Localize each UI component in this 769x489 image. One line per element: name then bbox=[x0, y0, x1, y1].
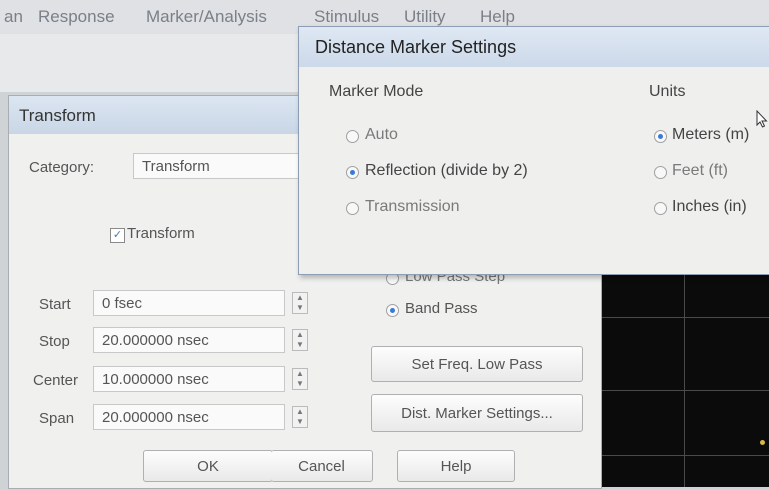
mouse-pointer-icon bbox=[756, 110, 768, 128]
transform-checkbox-label: Transform bbox=[127, 225, 195, 242]
stop-spinner[interactable]: ▲ ▼ bbox=[292, 329, 308, 351]
feet-radio[interactable] bbox=[654, 166, 667, 179]
distance-marker-settings-dialog: Distance Marker Settings Marker Mode Uni… bbox=[298, 26, 769, 275]
band-pass-radio[interactable] bbox=[386, 304, 399, 317]
reflection-label: Reflection (divide by 2) bbox=[365, 162, 528, 179]
menu-item-scan[interactable]: an bbox=[4, 7, 23, 27]
menu-item-utility[interactable]: Utility bbox=[404, 7, 446, 27]
set-freq-low-pass-button[interactable]: Set Freq. Low Pass bbox=[371, 346, 583, 382]
start-spinner[interactable]: ▲ ▼ bbox=[292, 292, 308, 314]
category-label: Category: bbox=[29, 159, 95, 176]
dialog-title: Transform bbox=[19, 106, 96, 125]
trace-marker-dot bbox=[760, 440, 765, 445]
help-button[interactable]: Help bbox=[397, 450, 515, 482]
measurement-display bbox=[600, 265, 769, 487]
cancel-button[interactable]: Cancel bbox=[271, 450, 373, 482]
inches-radio[interactable] bbox=[654, 202, 667, 215]
stop-input[interactable]: 20.000000 nsec bbox=[93, 327, 285, 353]
meters-radio[interactable] bbox=[654, 130, 667, 143]
transform-checkbox[interactable]: ✓ bbox=[110, 228, 125, 243]
ok-button[interactable]: OK bbox=[143, 450, 273, 482]
span-label: Span bbox=[39, 410, 75, 427]
marker-mode-label: Marker Mode bbox=[329, 83, 424, 100]
center-spinner[interactable]: ▲ ▼ bbox=[292, 368, 308, 390]
meters-label: Meters (m) bbox=[672, 126, 750, 143]
inches-label: Inches (in) bbox=[672, 198, 747, 215]
auto-radio[interactable] bbox=[346, 130, 359, 143]
transmission-radio[interactable] bbox=[346, 202, 359, 215]
menu-item-stimulus[interactable]: Stimulus bbox=[314, 7, 379, 27]
units-label: Units bbox=[649, 83, 686, 100]
center-input[interactable]: 10.000000 nsec bbox=[93, 366, 285, 392]
dialog-title: Distance Marker Settings bbox=[315, 37, 517, 57]
auto-label: Auto bbox=[365, 126, 398, 143]
feet-label: Feet (ft) bbox=[672, 162, 729, 179]
stop-label: Stop bbox=[39, 333, 70, 350]
reflection-radio[interactable] bbox=[346, 166, 359, 179]
category-select[interactable]: Transform bbox=[133, 153, 301, 179]
menu-item-help[interactable]: Help bbox=[480, 7, 515, 27]
span-spinner[interactable]: ▲ ▼ bbox=[292, 406, 308, 428]
menu-item-marker-analysis[interactable]: Marker/Analysis bbox=[146, 7, 267, 27]
menu-item-response[interactable]: Response bbox=[38, 7, 115, 27]
band-pass-label: Band Pass bbox=[405, 300, 478, 317]
distance-marker-dialog-title-bar: Distance Marker Settings bbox=[299, 27, 769, 67]
grid-line bbox=[600, 317, 769, 318]
start-input[interactable]: 0 fsec bbox=[93, 290, 285, 316]
grid-line bbox=[684, 265, 685, 487]
span-input[interactable]: 20.000000 nsec bbox=[93, 404, 285, 430]
dist-marker-settings-button[interactable]: Dist. Marker Settings... bbox=[371, 394, 583, 432]
center-label: Center bbox=[33, 372, 79, 389]
grid-line bbox=[600, 390, 769, 391]
grid-line bbox=[600, 455, 769, 456]
start-label: Start bbox=[39, 296, 71, 313]
transmission-label: Transmission bbox=[365, 198, 460, 215]
